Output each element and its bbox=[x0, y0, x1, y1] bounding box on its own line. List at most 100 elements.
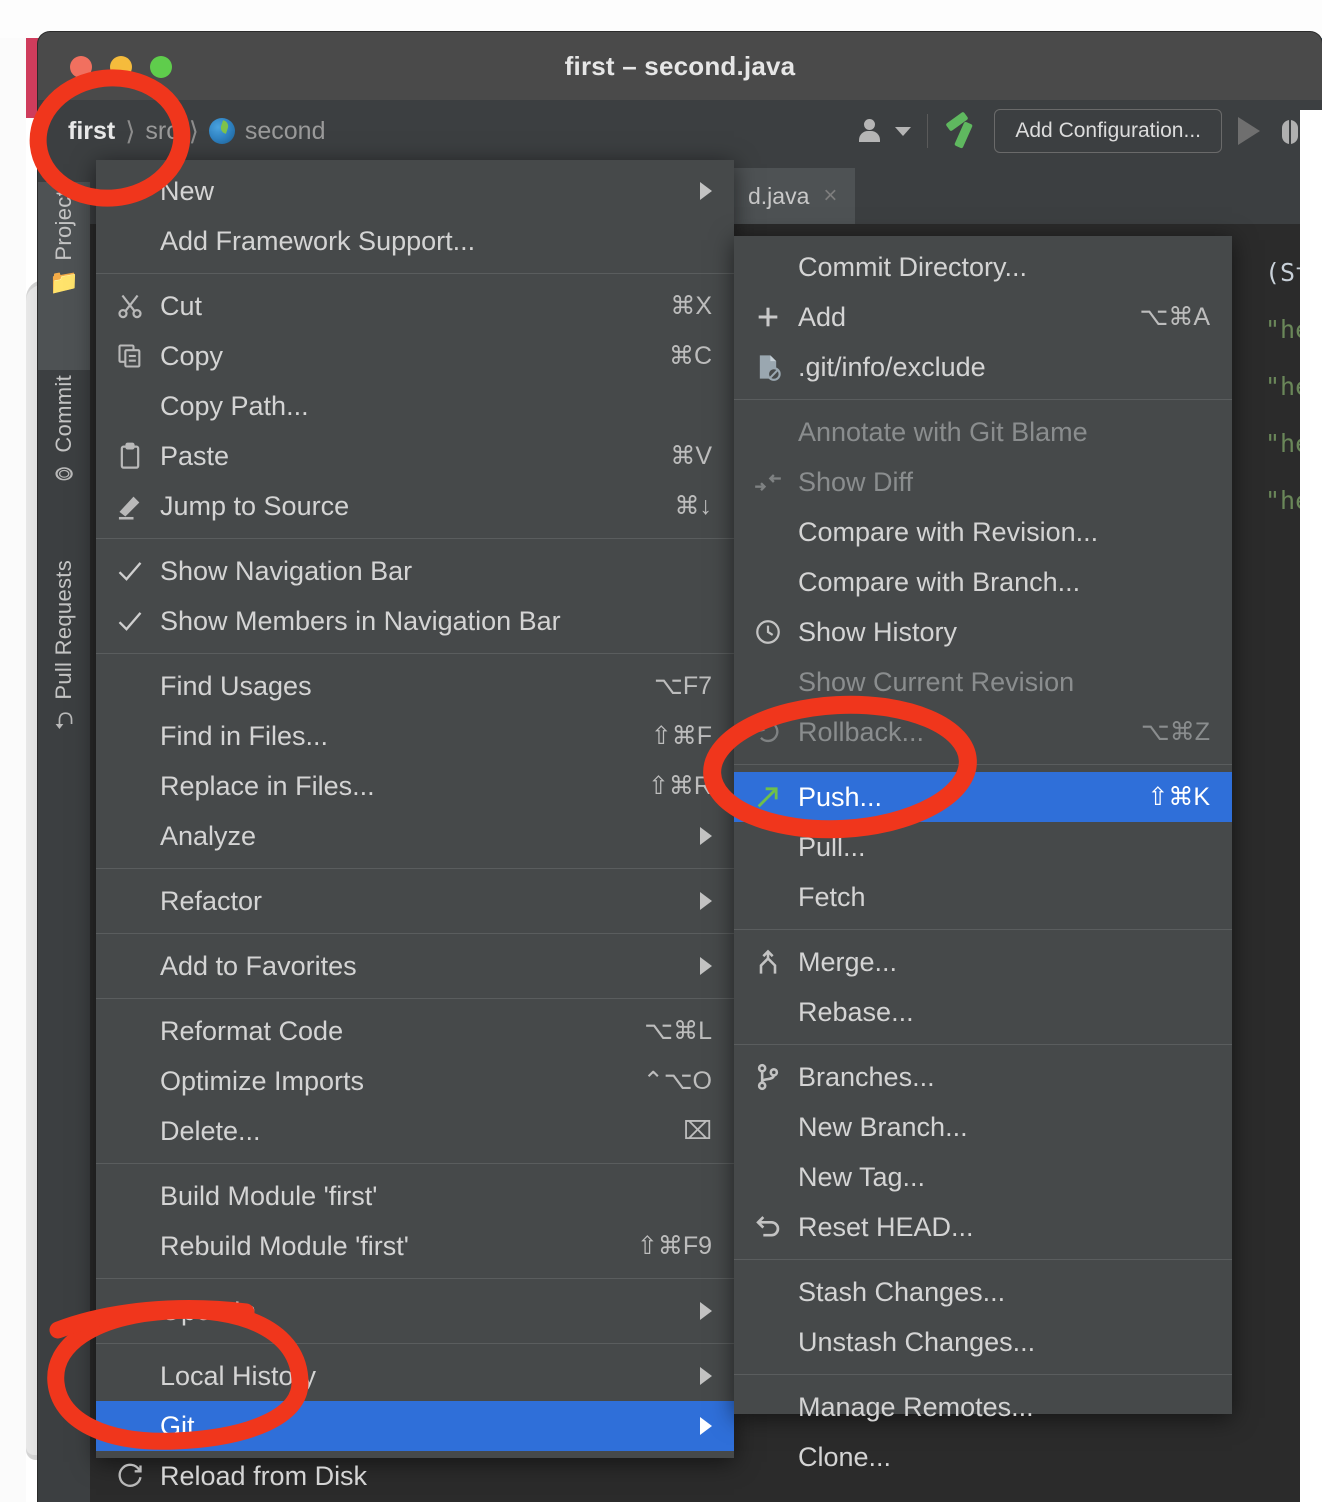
menu-item-label: Add bbox=[798, 301, 847, 332]
menu-item-stash-changes[interactable]: Stash Changes... bbox=[734, 1267, 1232, 1317]
menu-item-commit-directory[interactable]: Commit Directory... bbox=[734, 242, 1232, 292]
menu-item-shortcut: ⌘X bbox=[670, 292, 712, 320]
run-configuration-selector[interactable]: Add Configuration... bbox=[994, 109, 1222, 153]
java-class-icon bbox=[208, 118, 235, 144]
menu-item-fetch[interactable]: Fetch bbox=[734, 872, 1232, 922]
window-titlebar: first – second.java bbox=[38, 32, 1322, 101]
branch-icon bbox=[754, 1063, 798, 1091]
editor-tab-label: d.java bbox=[748, 182, 810, 209]
menu-item-local-history[interactable]: Local History bbox=[96, 1351, 734, 1401]
menu-item-open-in[interactable]: Open In bbox=[96, 1286, 734, 1336]
menu-item-jump-to-source[interactable]: Jump to Source ⌘↓ bbox=[96, 481, 734, 531]
menu-item-show-history[interactable]: Show History bbox=[734, 607, 1232, 657]
menu-item-reformat-code[interactable]: Reformat Code ⌥⌘L bbox=[96, 1006, 734, 1056]
menu-item-replace-in-files[interactable]: Replace in Files... ⇧⌘R bbox=[96, 761, 734, 811]
menu-item-git-info-exclude[interactable]: .git/info/exclude bbox=[734, 342, 1232, 392]
menu-item-unstash-changes[interactable]: Unstash Changes... bbox=[734, 1317, 1232, 1367]
menu-item-git[interactable]: Git bbox=[96, 1401, 734, 1451]
breadcrumb-item-project[interactable]: first bbox=[68, 117, 115, 146]
menu-item-add-framework-support[interactable]: Add Framework Support... bbox=[96, 216, 734, 266]
menu-item-reset-head[interactable]: Reset HEAD... bbox=[734, 1202, 1232, 1252]
menu-item-label: Branches... bbox=[798, 1061, 935, 1092]
menu-item-shortcut: ⌘C bbox=[668, 342, 712, 370]
menu-item-copy[interactable]: Copy ⌘C bbox=[96, 331, 734, 381]
project-context-menu: New Add Framework Support... Cut ⌘X Copy… bbox=[96, 160, 734, 1491]
menu-item-label: Add to Favorites bbox=[160, 950, 357, 981]
menu-item-add[interactable]: Add ⌥⌘A bbox=[734, 292, 1232, 342]
menu-item-new[interactable]: New bbox=[96, 166, 734, 216]
file-exclude-icon bbox=[754, 353, 798, 381]
menu-item-clone[interactable]: Clone... bbox=[734, 1432, 1232, 1482]
menu-item-delete[interactable]: Delete... ⌧ bbox=[96, 1106, 734, 1156]
toolbar-divider bbox=[927, 114, 929, 148]
menu-item-label: Unstash Changes... bbox=[798, 1326, 1036, 1357]
navigation-bar: first ⟩ src ⟩ second Add Configuration..… bbox=[38, 100, 1322, 163]
refresh-icon bbox=[116, 1462, 160, 1490]
menu-item-shortcut: ⇧⌘R bbox=[647, 772, 712, 800]
menu-item-label: Commit Directory... bbox=[798, 251, 1028, 282]
sidebar-item-project[interactable]: Project 📁 bbox=[38, 182, 90, 370]
menu-item-pull[interactable]: Pull... bbox=[734, 822, 1232, 872]
account-button[interactable] bbox=[859, 119, 912, 143]
menu-item-label: Reload from Disk bbox=[160, 1460, 368, 1491]
menu-item-optimize-imports[interactable]: Optimize Imports ⌃⌥O bbox=[96, 1056, 734, 1106]
close-icon[interactable]: × bbox=[823, 182, 837, 210]
menu-item-cut[interactable]: Cut ⌘X bbox=[96, 281, 734, 331]
menu-item-compare-with-branch[interactable]: Compare with Branch... bbox=[734, 557, 1232, 607]
diff-icon bbox=[754, 468, 798, 496]
menu-item-label: Show History bbox=[798, 616, 958, 647]
copy-icon bbox=[116, 342, 160, 370]
clipboard-icon bbox=[116, 442, 160, 470]
menu-separator bbox=[734, 399, 1232, 400]
menu-item-shortcut: ⌥⌘L bbox=[644, 1017, 712, 1045]
menu-item-label: Copy bbox=[160, 340, 224, 371]
menu-item-label: Find in Files... bbox=[160, 720, 329, 751]
plus-icon bbox=[754, 303, 798, 331]
menu-item-merge[interactable]: Merge... bbox=[734, 937, 1232, 987]
chevron-right-icon bbox=[700, 957, 712, 975]
sidebar-item-commit[interactable]: Commit ⭖ bbox=[38, 367, 90, 555]
menu-item-label: Replace in Files... bbox=[160, 770, 375, 801]
menu-item-analyze[interactable]: Analyze bbox=[96, 811, 734, 861]
menu-item-find-in-files[interactable]: Find in Files... ⇧⌘F bbox=[96, 711, 734, 761]
editor-tab-second-java[interactable]: d.java × bbox=[730, 168, 856, 224]
menu-separator bbox=[96, 868, 734, 869]
screenshot-root: first – second.java first ⟩ src ⟩ second… bbox=[0, 0, 1322, 1502]
chevron-right-icon bbox=[700, 1302, 712, 1320]
menu-item-label: Rebuild Module 'first' bbox=[160, 1230, 409, 1261]
menu-item-label: Jump to Source bbox=[160, 490, 350, 521]
menu-item-paste[interactable]: Paste ⌘V bbox=[96, 431, 734, 481]
menu-item-refactor[interactable]: Refactor bbox=[96, 876, 734, 926]
menu-item-find-usages[interactable]: Find Usages ⌥F7 bbox=[96, 661, 734, 711]
menu-item-label: Paste bbox=[160, 440, 230, 471]
menu-item-rebuild-module[interactable]: Rebuild Module 'first' ⇧⌘F9 bbox=[96, 1221, 734, 1271]
menu-item-shortcut: ⌘↓ bbox=[674, 492, 713, 520]
menu-item-show-navigation-bar[interactable]: Show Navigation Bar bbox=[96, 546, 734, 596]
menu-item-shortcut: ⇧⌘F9 bbox=[636, 1232, 712, 1260]
menu-item-show-members-in-navigation-bar[interactable]: Show Members in Navigation Bar bbox=[96, 596, 734, 646]
menu-item-rollback: Rollback... ⌥⌘Z bbox=[734, 707, 1232, 757]
menu-item-label: Reset HEAD... bbox=[798, 1211, 974, 1242]
wallpaper-left-margin bbox=[0, 38, 26, 1502]
breadcrumb-item-class[interactable]: second bbox=[245, 117, 326, 146]
menu-item-build-module[interactable]: Build Module 'first' bbox=[96, 1171, 734, 1221]
menu-separator bbox=[734, 1374, 1232, 1375]
build-hammer-icon[interactable] bbox=[944, 114, 978, 148]
menu-item-label: Stash Changes... bbox=[798, 1276, 1006, 1307]
menu-item-label: Build Module 'first' bbox=[160, 1180, 378, 1211]
menu-item-rebase[interactable]: Rebase... bbox=[734, 987, 1232, 1037]
menu-item-copy-path[interactable]: Copy Path... bbox=[96, 381, 734, 431]
menu-item-new-tag[interactable]: New Tag... bbox=[734, 1152, 1232, 1202]
menu-item-compare-with-revision[interactable]: Compare with Revision... bbox=[734, 507, 1232, 557]
sidebar-item-pull-requests[interactable]: Pull Requests ⮏ bbox=[38, 552, 90, 820]
breadcrumb-item-src[interactable]: src bbox=[145, 117, 178, 146]
menu-item-push[interactable]: Push... ⇧⌘K bbox=[734, 772, 1232, 822]
menu-item-branches[interactable]: Branches... bbox=[734, 1052, 1232, 1102]
menu-item-manage-remotes[interactable]: Manage Remotes... bbox=[734, 1382, 1232, 1432]
run-icon[interactable] bbox=[1238, 117, 1260, 145]
menu-item-shortcut: ⇧⌘K bbox=[1147, 783, 1210, 811]
menu-item-new-branch[interactable]: New Branch... bbox=[734, 1102, 1232, 1152]
menu-item-reload-from-disk[interactable]: Reload from Disk bbox=[96, 1451, 734, 1501]
menu-item-label: Show Navigation Bar bbox=[160, 555, 413, 586]
menu-item-add-to-favorites[interactable]: Add to Favorites bbox=[96, 941, 734, 991]
